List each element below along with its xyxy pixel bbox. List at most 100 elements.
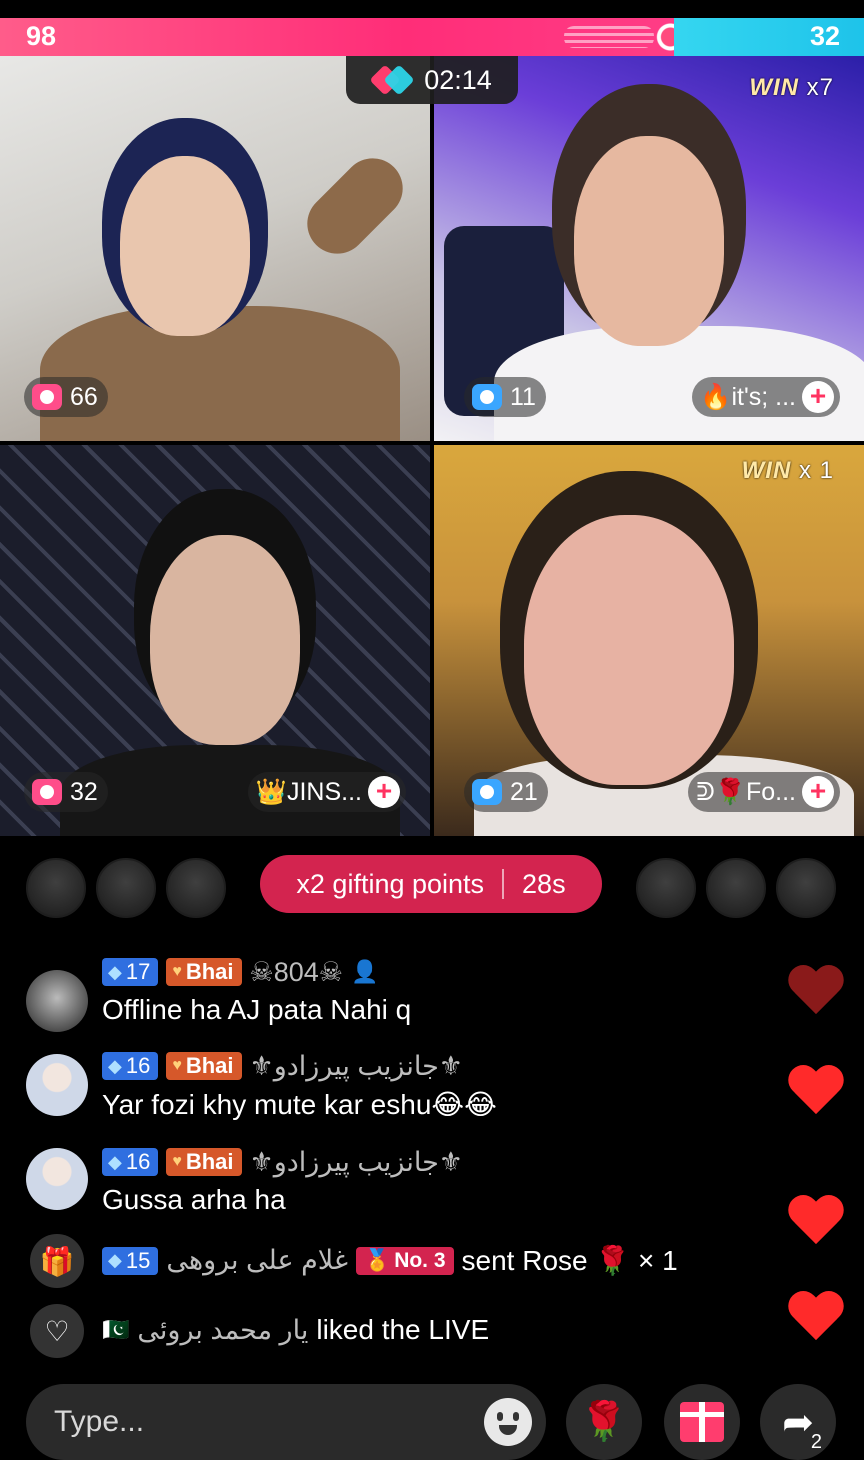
heart-icon: ♥ bbox=[172, 1153, 182, 1170]
follow-plus-icon[interactable]: + bbox=[368, 776, 400, 808]
diamond-icon: ◆ bbox=[108, 961, 122, 982]
chat-meta: ◆ 17 ♥ Bhai ☠804☠ 👤 bbox=[102, 956, 378, 988]
medal-icon: 🏅 bbox=[364, 1248, 391, 1272]
gift-event-line: ◆ 15 غلام علی بروهی 🏅 No. 3 sent Rose 🌹 × … bbox=[102, 1244, 678, 1277]
left-team-score-bar: 98 bbox=[0, 16, 692, 58]
level-badge: ◆ 16 bbox=[102, 1052, 159, 1080]
battle-score-bar: 98 32 bbox=[0, 16, 864, 58]
guest-name-pill[interactable]: ᕲ🌹Fo... + bbox=[688, 772, 840, 812]
level-badge: ◆ 16 bbox=[102, 1148, 159, 1176]
top-gifter-avatar[interactable] bbox=[706, 858, 766, 918]
share-count: 2 bbox=[810, 1431, 822, 1453]
bottom-bar: 🌹 ➦ 2 bbox=[0, 1384, 864, 1460]
emoji-icon[interactable] bbox=[484, 1398, 532, 1446]
battle-timer: 02:14 bbox=[346, 56, 518, 104]
battle-icon bbox=[372, 67, 412, 93]
right-team-score-bar: 32 bbox=[673, 18, 864, 56]
heart-icon: ♥ bbox=[172, 1057, 182, 1074]
avatar[interactable] bbox=[26, 1148, 88, 1210]
tile-score-pill: 66 bbox=[24, 377, 108, 417]
video-tile-3[interactable]: 32 👑JINS... + bbox=[0, 445, 430, 836]
tile-score-pill: 11 bbox=[464, 377, 546, 417]
gifting-strip: x2 gifting points 28s bbox=[0, 852, 864, 920]
win-label: WIN bbox=[741, 457, 792, 484]
heart-icon: ♥ bbox=[172, 963, 182, 980]
like-event-line: 🇵🇰 یار محمد بروئی liked the LIVE bbox=[102, 1314, 489, 1346]
user-icon: 👤 bbox=[350, 959, 379, 984]
win-streak-badge: WIN x 1 bbox=[742, 457, 834, 485]
floating-heart-icon bbox=[786, 1196, 846, 1250]
host-arm bbox=[294, 145, 416, 267]
gift-button[interactable] bbox=[664, 1384, 740, 1460]
username[interactable]: ⚜جانزیب پیرزادو⚜ bbox=[250, 1051, 463, 1082]
host-face bbox=[120, 156, 250, 336]
win-count: x 1 bbox=[798, 457, 834, 484]
username[interactable]: غلام علی بروهی bbox=[166, 1245, 348, 1276]
follow-plus-icon[interactable]: + bbox=[802, 776, 834, 808]
share-arrow-icon: ➦ bbox=[782, 1401, 814, 1444]
top-gifter-avatar[interactable] bbox=[26, 858, 86, 918]
tile-score: 32 bbox=[70, 777, 98, 806]
left-team-score: 98 bbox=[26, 21, 57, 51]
fan-tag: ♥ Bhai bbox=[166, 1148, 242, 1176]
top-gifter-avatar[interactable] bbox=[776, 858, 836, 918]
chat-meta: ◆ 16 ♥ Bhai ⚜جانزیب پیرزادو⚜ bbox=[102, 1146, 463, 1178]
gifting-points-banner[interactable]: x2 gifting points 28s bbox=[260, 855, 602, 913]
top-gifter-avatar[interactable] bbox=[96, 858, 156, 918]
guest-name: 🔥it's; ... bbox=[700, 382, 796, 411]
gift-box-icon bbox=[680, 1402, 724, 1442]
rose-icon: 🌹 bbox=[580, 1401, 628, 1443]
tile-score: 66 bbox=[70, 382, 98, 411]
share-button[interactable]: ➦ 2 bbox=[760, 1384, 836, 1460]
video-tile-1[interactable]: 66 bbox=[0, 56, 430, 441]
right-team-score: 32 bbox=[809, 21, 840, 51]
gift-event: 🎁 ◆ 15 غلام علی بروهی 🏅 No. 3 sent Rose 🌹 … bbox=[0, 1234, 780, 1290]
like-action-text: liked the LIVE bbox=[316, 1314, 490, 1345]
guest-name: 👑JINS... bbox=[255, 777, 362, 806]
level-badge: ◆ 15 bbox=[102, 1246, 159, 1275]
video-grid: 66 WIN x7 11 🔥it's; ... + 32 👑JINS... + bbox=[0, 56, 864, 836]
comment-input[interactable] bbox=[54, 1405, 474, 1439]
tile-score: 21 bbox=[510, 777, 538, 806]
avatar[interactable] bbox=[26, 970, 88, 1032]
guest-face bbox=[574, 136, 724, 346]
fan-tag: ♥ Bhai bbox=[166, 1052, 242, 1080]
diamond-icon: ◆ bbox=[108, 1055, 122, 1076]
top-gifter-avatar[interactable] bbox=[166, 858, 226, 918]
like-event: ♡ 🇵🇰 یار محمد بروئی liked the LIVE bbox=[0, 1304, 780, 1360]
chat-meta: ◆ 16 ♥ Bhai ⚜جانزیب پیرزادو⚜ bbox=[102, 1050, 463, 1082]
video-tile-2[interactable]: WIN x7 11 🔥it's; ... + bbox=[434, 56, 864, 441]
username[interactable]: ☠804☠ bbox=[250, 957, 343, 988]
battle-timer-text: 02:14 bbox=[424, 64, 492, 95]
avatar[interactable] bbox=[26, 1054, 88, 1116]
video-tile-4[interactable]: WIN x 1 21 ᕲ🌹Fo... + bbox=[434, 445, 864, 836]
speed-lines-decoration bbox=[563, 26, 654, 48]
camera-icon bbox=[32, 384, 62, 410]
guest-name: ᕲ🌹Fo... bbox=[696, 777, 796, 806]
camera-icon bbox=[472, 779, 502, 805]
diamond-icon: ◆ bbox=[108, 1151, 122, 1172]
top-gifter-avatar[interactable] bbox=[636, 858, 696, 918]
gift-action-text: sent Rose 🌹 × 1 bbox=[461, 1245, 678, 1276]
comment-box[interactable] bbox=[26, 1384, 546, 1460]
win-count: x7 bbox=[806, 74, 834, 101]
rose-gift-button[interactable]: 🌹 bbox=[566, 1384, 642, 1460]
divider bbox=[502, 869, 505, 899]
gift-icon: 🎁 bbox=[30, 1234, 84, 1288]
username[interactable]: ⚜جانزیب پیرزادو⚜ bbox=[250, 1147, 463, 1178]
diamond-icon: ◆ bbox=[108, 1250, 122, 1270]
message-text: Offline ha AJ pata Nahi q bbox=[102, 994, 412, 1025]
tile-score: 11 bbox=[510, 382, 536, 411]
floating-heart-icon bbox=[786, 1292, 846, 1346]
gifting-countdown: 28s bbox=[522, 868, 566, 899]
win-streak-badge: WIN x7 bbox=[749, 74, 834, 102]
message-text: Yar fozi khy mute kar eshu😂😂 bbox=[102, 1089, 497, 1120]
pakistan-flag-icon: 🇵🇰 bbox=[102, 1317, 130, 1342]
guest-face bbox=[150, 535, 300, 745]
guest-name-pill[interactable]: 👑JINS... + bbox=[247, 772, 406, 812]
guest-name-pill[interactable]: 🔥it's; ... + bbox=[692, 377, 840, 417]
heart-outline-icon: ♡ bbox=[30, 1304, 84, 1358]
follow-plus-icon[interactable]: + bbox=[802, 381, 834, 413]
message-text: Gussa arha ha bbox=[102, 1184, 286, 1215]
username[interactable]: یار محمد بروئی bbox=[137, 1315, 308, 1346]
